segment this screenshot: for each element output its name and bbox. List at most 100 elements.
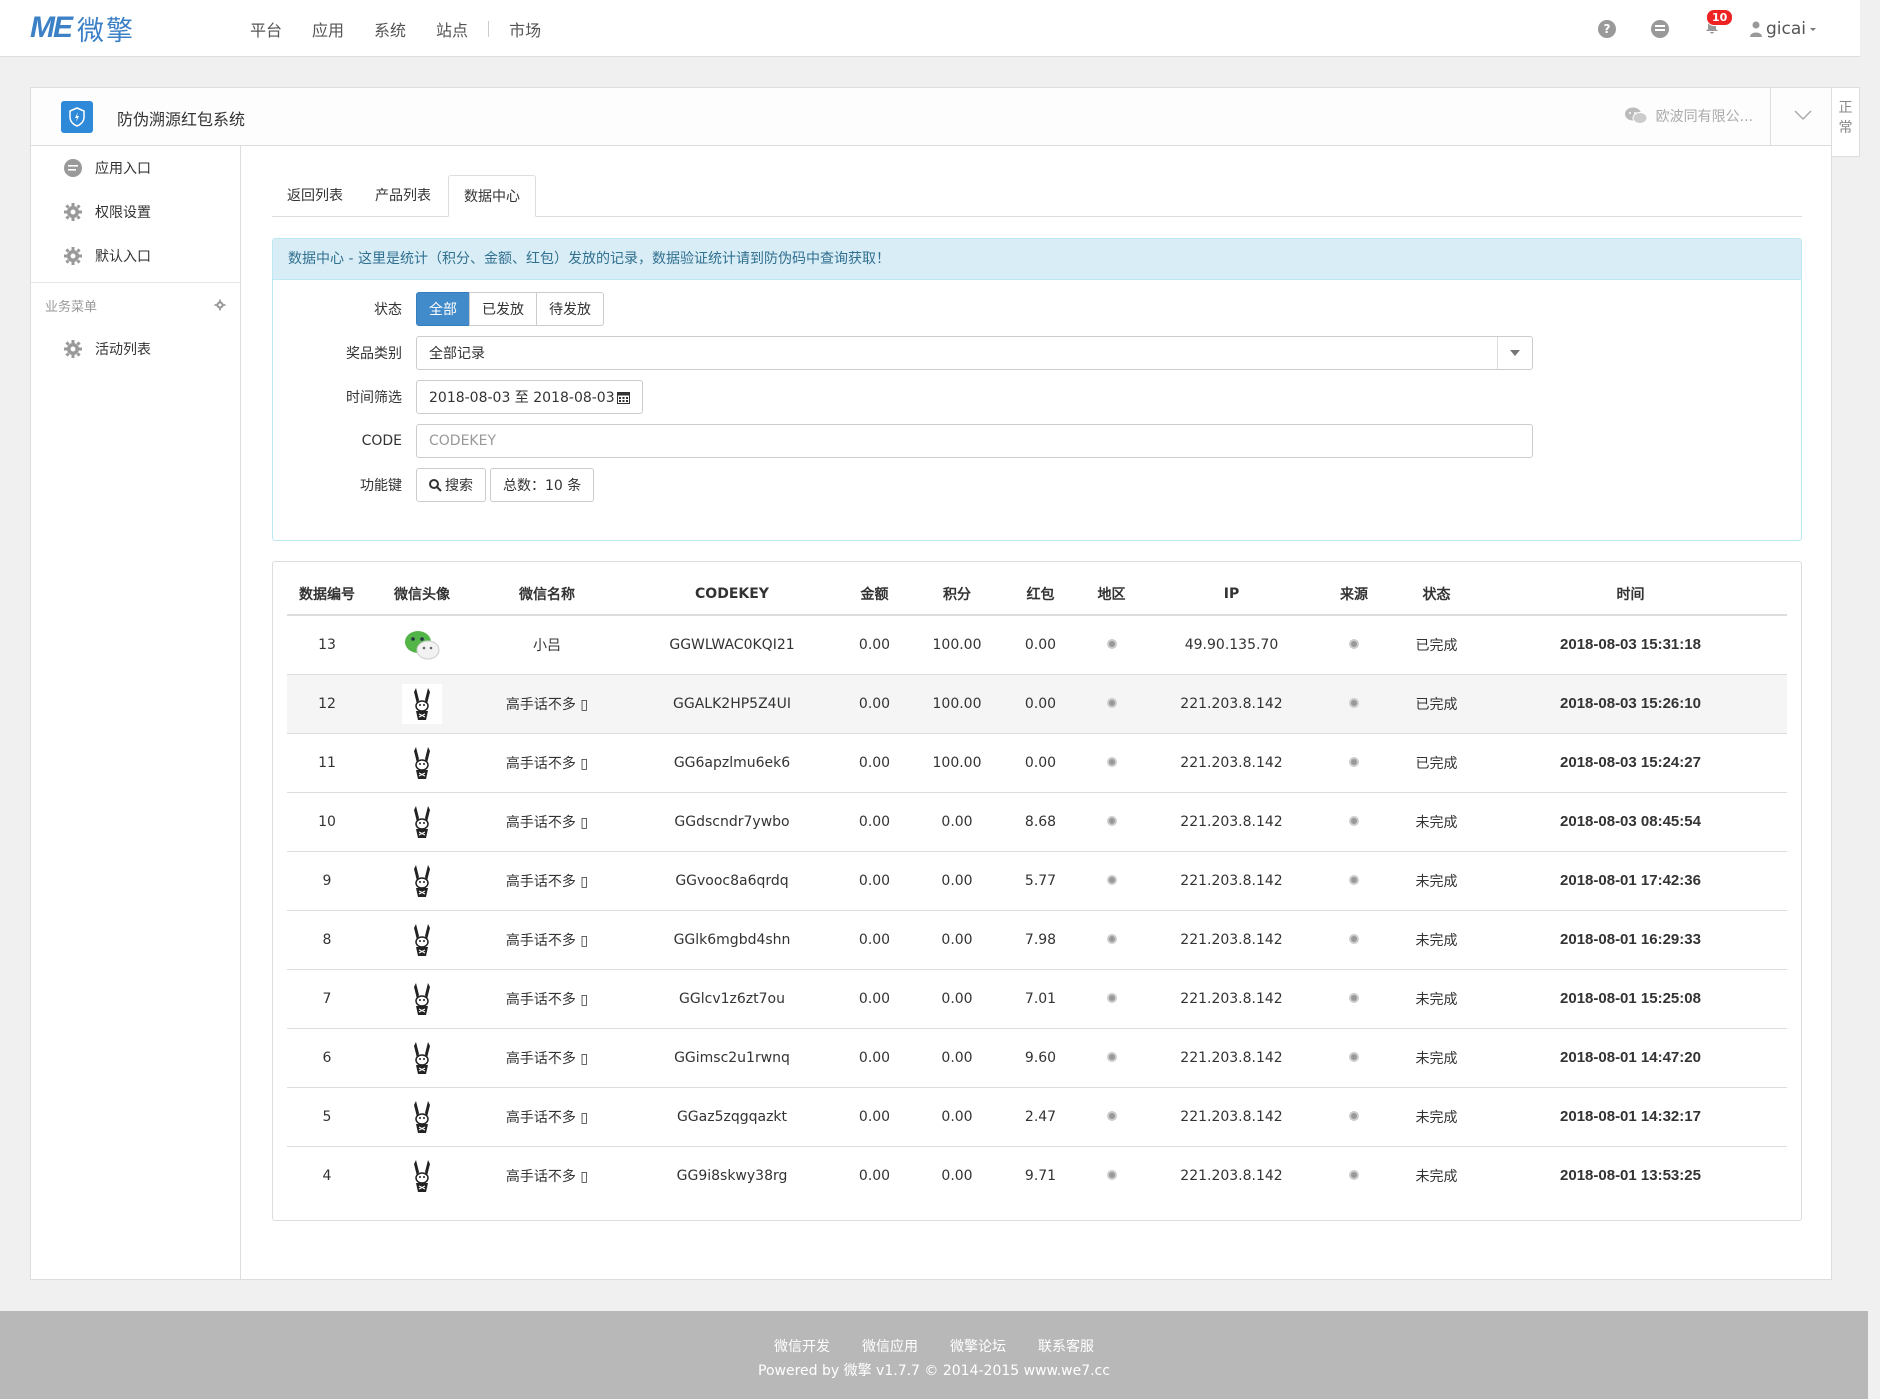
cell-points: 100.00 bbox=[902, 614, 1012, 674]
source-dot-icon[interactable] bbox=[1349, 1169, 1359, 1180]
user-menu[interactable]: gicai bbox=[1749, 19, 1820, 39]
cell-status: 未完成 bbox=[1399, 850, 1474, 910]
table-row: 13 小吕 GGWLWAC0KQI21 0.00 100.00 0.00 49.90.135… bbox=[287, 614, 1787, 674]
cell-red: 0.00 bbox=[1012, 673, 1069, 733]
cell-code: GGvooc8a6qrdq bbox=[617, 850, 847, 910]
logo-text: 微擎 bbox=[77, 15, 135, 47]
source-dot-icon[interactable] bbox=[1349, 992, 1359, 1003]
total-count-button[interactable]: 总数：10 条 bbox=[490, 468, 595, 502]
cell-amount: 0.00 bbox=[847, 968, 902, 1028]
source-dot-icon[interactable] bbox=[1349, 638, 1359, 649]
cell-avatar bbox=[367, 791, 477, 851]
codekey-input[interactable] bbox=[416, 424, 1533, 458]
scrollbar[interactable] bbox=[1860, 0, 1880, 1399]
cell-ip: 221.203.8.142 bbox=[1154, 909, 1309, 969]
sidebar-item-default-entry[interactable]: 默认入口 bbox=[31, 234, 240, 278]
source-dot-icon[interactable] bbox=[1349, 756, 1359, 767]
tab-data-center[interactable]: 数据中心 bbox=[448, 175, 536, 217]
function-row: 功能键 搜索 总数：10 条 bbox=[273, 468, 598, 502]
cell-code: GG9i8skwy38rg bbox=[617, 1145, 847, 1205]
table-row: 6 高手话不多 ▯ GGimsc2u1rwnq 0.00 0.00 9.60 221.203… bbox=[287, 1027, 1787, 1087]
search-button[interactable]: 搜索 bbox=[416, 468, 486, 502]
cell-ip: 49.90.135.70 bbox=[1154, 614, 1309, 674]
wechat-account[interactable]: 欧波同有限公... bbox=[1624, 106, 1753, 126]
tab-back-to-list[interactable]: 返回列表 bbox=[272, 175, 358, 217]
region-dot-icon[interactable] bbox=[1106, 992, 1117, 1003]
source-dot-icon[interactable] bbox=[1349, 815, 1359, 826]
cell-points: 0.00 bbox=[902, 850, 1012, 910]
cell-name: 高手话不多 ▯ bbox=[477, 968, 617, 1028]
footer-link-wechat-dev[interactable]: 微信开发 bbox=[774, 1336, 830, 1356]
source-dot-icon[interactable] bbox=[1349, 874, 1359, 885]
region-dot-icon[interactable] bbox=[1106, 933, 1117, 944]
rabbit-avatar-icon bbox=[402, 860, 442, 901]
cell-red: 5.77 bbox=[1012, 850, 1069, 910]
cell-ip: 221.203.8.142 bbox=[1154, 968, 1309, 1028]
col-redpacket: 红包 bbox=[1012, 574, 1069, 616]
nav-market[interactable]: 市场 bbox=[509, 17, 541, 41]
region-dot-icon[interactable] bbox=[1106, 638, 1117, 649]
sidebar-item-permissions[interactable]: 权限设置 bbox=[31, 190, 240, 234]
nav-sites[interactable]: 站点 bbox=[436, 17, 468, 41]
footer-link-wechat-apps[interactable]: 微信应用 bbox=[862, 1336, 918, 1356]
region-dot-icon[interactable] bbox=[1106, 1051, 1117, 1062]
sidebar-item-activity-list[interactable]: 活动列表 bbox=[31, 327, 240, 371]
sidebar-section-title: 业务菜单 bbox=[45, 299, 98, 315]
gear-icon[interactable] bbox=[214, 299, 226, 311]
col-points: 积分 bbox=[902, 574, 1012, 616]
region-dot-icon[interactable] bbox=[1106, 1110, 1117, 1121]
cell-source bbox=[1309, 1145, 1399, 1205]
cell-id: 12 bbox=[287, 673, 367, 733]
cell-points: 100.00 bbox=[902, 673, 1012, 733]
source-dot-icon[interactable] bbox=[1349, 697, 1359, 708]
code-label: CODE bbox=[361, 433, 402, 449]
cell-avatar bbox=[367, 909, 477, 969]
cell-code: GGlcv1z6zt7ou bbox=[617, 968, 847, 1028]
region-dot-icon[interactable] bbox=[1106, 697, 1117, 708]
source-dot-icon[interactable] bbox=[1349, 933, 1359, 944]
nav-divider bbox=[488, 20, 490, 37]
cell-id: 10 bbox=[287, 791, 367, 851]
cell-status: 未完成 bbox=[1399, 1145, 1474, 1205]
tab-product-list[interactable]: 产品列表 bbox=[360, 175, 446, 217]
status-all-button[interactable]: 全部 bbox=[416, 292, 470, 326]
category-select[interactable]: 全部记录 bbox=[416, 336, 1533, 370]
date-range-picker[interactable]: 2018-08-03 至 2018-08-03 bbox=[416, 380, 643, 414]
region-dot-icon[interactable] bbox=[1106, 815, 1117, 826]
source-dot-icon[interactable] bbox=[1349, 1051, 1359, 1062]
nav-platform[interactable]: 平台 bbox=[250, 17, 282, 41]
sidebar-item-label: 应用入口 bbox=[95, 161, 151, 177]
footer-link-support[interactable]: 联系客服 bbox=[1038, 1336, 1094, 1356]
cell-red: 0.00 bbox=[1012, 732, 1069, 792]
cell-region bbox=[1069, 968, 1154, 1028]
sidebar-item-app-entry[interactable]: 应用入口 bbox=[31, 146, 240, 190]
source-dot-icon[interactable] bbox=[1349, 1110, 1359, 1121]
nav-apps[interactable]: 应用 bbox=[312, 17, 344, 41]
status-side-tab[interactable]: 正常 bbox=[1832, 87, 1860, 157]
region-dot-icon[interactable] bbox=[1106, 1169, 1117, 1180]
notifications[interactable]: 10 bbox=[1704, 8, 1734, 39]
cell-code: GGlk6mgbd4shn bbox=[617, 909, 847, 969]
status-pending-button[interactable]: 待发放 bbox=[536, 292, 604, 326]
cell-time: 2018-08-01 17:42:36 bbox=[1474, 850, 1787, 910]
cell-avatar bbox=[367, 850, 477, 910]
chevron-down-icon[interactable] bbox=[1793, 108, 1813, 122]
status-issued-button[interactable]: 已发放 bbox=[469, 292, 537, 326]
footer-link-forum[interactable]: 微擎论坛 bbox=[950, 1336, 1006, 1356]
cell-name: 高手话不多 ▯ bbox=[477, 732, 617, 792]
nav-system[interactable]: 系统 bbox=[374, 17, 406, 41]
logo[interactable]: ME 微擎 bbox=[30, 11, 135, 47]
cell-red: 9.71 bbox=[1012, 1145, 1069, 1205]
time-row: 时间筛选 2018-08-03 至 2018-08-03 bbox=[273, 380, 643, 414]
cell-avatar bbox=[367, 1145, 477, 1205]
time-label: 时间筛选 bbox=[346, 390, 402, 406]
cell-red: 7.01 bbox=[1012, 968, 1069, 1028]
cell-region bbox=[1069, 850, 1154, 910]
region-dot-icon[interactable] bbox=[1106, 874, 1117, 885]
help-icon[interactable]: ? bbox=[1597, 19, 1616, 38]
cell-region bbox=[1069, 614, 1154, 674]
col-region: 地区 bbox=[1069, 574, 1154, 616]
region-dot-icon[interactable] bbox=[1106, 756, 1117, 767]
table-row: 11 高手话不多 ▯ GG6apzlmu6ek6 0.00 100.00 0.00 221.… bbox=[287, 732, 1787, 792]
message-icon[interactable] bbox=[1650, 19, 1669, 38]
